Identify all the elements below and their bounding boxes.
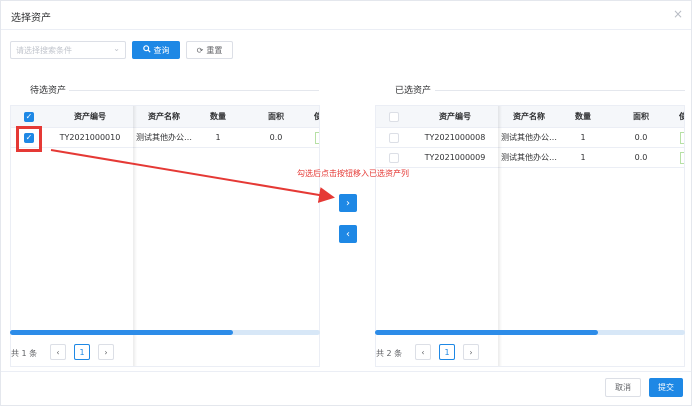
asset-area: 0.0 bbox=[634, 133, 648, 142]
select-all-checkbox[interactable]: ✓ bbox=[24, 111, 34, 122]
highlight-box bbox=[16, 126, 42, 152]
available-assets-divider bbox=[69, 90, 319, 91]
asset-name: 测试其他办公… bbox=[501, 153, 557, 162]
asset-code: TY2021000010 bbox=[59, 133, 121, 142]
column-header-name: 资产名称 bbox=[148, 112, 180, 121]
query-button[interactable]: 查询 bbox=[132, 41, 180, 59]
column-header-code: 资产编号 bbox=[439, 112, 471, 121]
usage-tag bbox=[679, 148, 684, 167]
left-scrollbar-thumb[interactable] bbox=[10, 330, 234, 335]
table-row[interactable]: TY2021000009 测试其他办公… 1 0.0 bbox=[376, 148, 684, 168]
cancel-button[interactable]: 取消 bbox=[605, 378, 641, 397]
query-button-label: 查询 bbox=[153, 45, 170, 55]
left-table-scrollbar[interactable] bbox=[10, 330, 320, 335]
select-asset-dialog: 选择资产 × 请选择搜索条件 ⌄ 查询 ⟳ 重置 待选资产 已选资产 ✓ 资产编… bbox=[0, 0, 692, 406]
row-checkbox[interactable] bbox=[389, 152, 399, 163]
table-row[interactable]: TY2021000008 测试其他办公… 1 0.0 bbox=[376, 128, 684, 148]
fixed-column-shadow bbox=[498, 106, 502, 366]
right-table-scrollbar[interactable] bbox=[375, 330, 685, 335]
search-condition-select[interactable]: 请选择搜索条件 ⌄ bbox=[10, 41, 126, 59]
annotation-text: 勾选后点击按钮移入已选资产列 bbox=[297, 169, 409, 178]
asset-qty: 1 bbox=[580, 133, 586, 142]
selected-assets-table: 资产编号 资产名称 数量 面积 使 TY2021000008 测试其他办公… 1… bbox=[375, 105, 685, 367]
select-all-cell[interactable] bbox=[376, 106, 412, 127]
usage-tag bbox=[314, 128, 319, 147]
column-header-name: 资产名称 bbox=[513, 112, 545, 121]
asset-area: 0.0 bbox=[269, 133, 283, 142]
reset-button-label: 重置 bbox=[206, 45, 223, 55]
asset-name: 测试其他办公… bbox=[501, 133, 557, 142]
right-scrollbar-thumb[interactable] bbox=[375, 330, 599, 335]
table-header: ✓ 资产编号 资产名称 数量 面积 使 bbox=[11, 106, 319, 128]
refresh-icon: ⟳ bbox=[196, 45, 204, 55]
available-assets-table: ✓ 资产编号 资产名称 数量 面积 使 ✓ TY2021000010 测试其他办… bbox=[10, 105, 320, 367]
dialog-header: 选择资产 × bbox=[1, 1, 691, 30]
dialog-footer bbox=[1, 371, 691, 405]
right-pager-total: 共 2 条 bbox=[376, 349, 403, 358]
chevron-down-icon: ⌄ bbox=[113, 44, 120, 53]
asset-area: 0.0 bbox=[634, 153, 648, 162]
asset-code: TY2021000008 bbox=[424, 133, 486, 142]
column-header-qty: 数量 bbox=[210, 112, 226, 121]
reset-button[interactable]: ⟳ 重置 bbox=[186, 41, 233, 59]
table-row[interactable]: ✓ TY2021000010 测试其他办公… 1 0.0 bbox=[11, 128, 319, 148]
row-checkbox-cell[interactable] bbox=[376, 128, 412, 147]
selected-assets-title: 已选资产 bbox=[395, 86, 432, 96]
right-next-page-button[interactable]: › bbox=[463, 344, 479, 360]
usage-tag bbox=[679, 128, 684, 147]
move-to-selected-button[interactable]: › bbox=[339, 194, 357, 212]
column-header-code: 资产编号 bbox=[74, 112, 106, 121]
column-header-usage: 使 bbox=[311, 106, 319, 127]
column-header-area: 面积 bbox=[268, 112, 284, 121]
select-all-checkbox[interactable] bbox=[389, 111, 399, 122]
column-header-qty: 数量 bbox=[575, 112, 591, 121]
selected-assets-divider bbox=[435, 90, 685, 91]
row-checkbox[interactable] bbox=[389, 132, 399, 143]
submit-button[interactable]: 提交 bbox=[649, 378, 683, 397]
dialog-title: 选择资产 bbox=[11, 13, 51, 24]
asset-qty: 1 bbox=[215, 133, 221, 142]
fixed-column-shadow bbox=[133, 106, 137, 366]
left-next-page-button[interactable]: › bbox=[98, 344, 114, 360]
right-page-number[interactable]: 1 bbox=[439, 344, 455, 360]
asset-qty: 1 bbox=[580, 153, 586, 162]
asset-code: TY2021000009 bbox=[424, 153, 486, 162]
left-pager-total: 共 1 条 bbox=[11, 349, 38, 358]
search-icon bbox=[142, 45, 151, 55]
left-prev-page-button[interactable]: ‹ bbox=[50, 344, 66, 360]
left-page-number[interactable]: 1 bbox=[74, 344, 90, 360]
available-assets-title: 待选资产 bbox=[30, 86, 67, 96]
column-header-area: 面积 bbox=[633, 112, 649, 121]
row-checkbox-cell[interactable] bbox=[376, 148, 412, 167]
asset-name: 测试其他办公… bbox=[136, 133, 192, 142]
right-prev-page-button[interactable]: ‹ bbox=[415, 344, 431, 360]
table-header: 资产编号 资产名称 数量 面积 使 bbox=[376, 106, 684, 128]
close-icon[interactable]: × bbox=[673, 7, 683, 21]
move-to-available-button[interactable]: ‹ bbox=[339, 225, 357, 243]
column-header-usage: 使 bbox=[676, 106, 684, 127]
select-all-cell[interactable]: ✓ bbox=[11, 106, 47, 127]
search-condition-placeholder: 请选择搜索条件 bbox=[16, 46, 72, 55]
